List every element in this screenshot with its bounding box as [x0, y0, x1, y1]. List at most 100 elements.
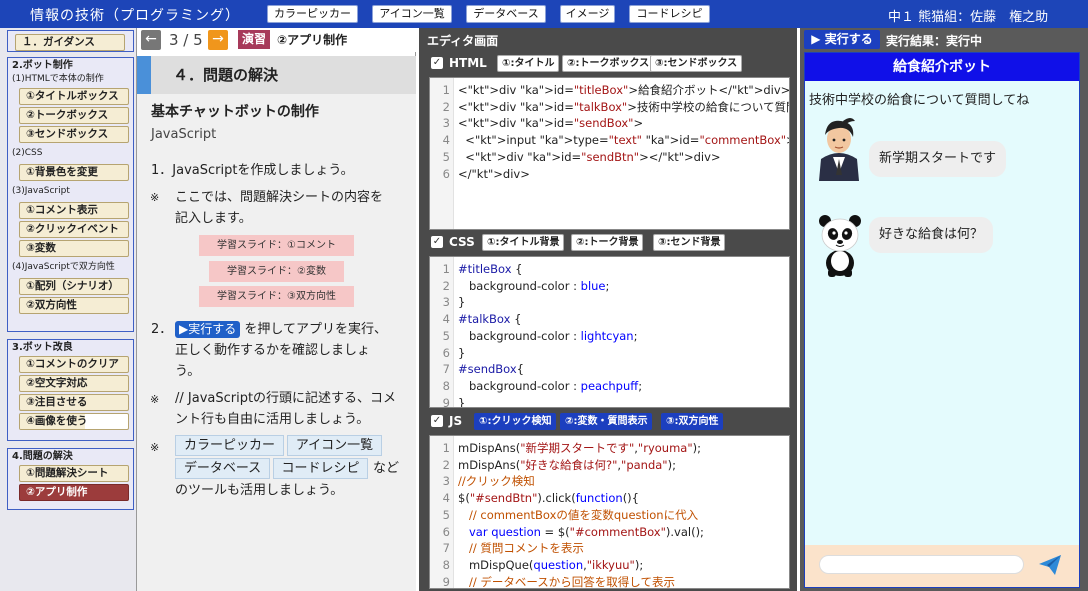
editor-title: エディタ画面: [427, 34, 499, 48]
html-snippet-send-box[interactable]: ③:センドボックス: [650, 55, 743, 72]
bot-talk-text: 技術中学校の給食について質問してね: [809, 93, 1030, 108]
js-code-editor[interactable]: 1 mDispAns("新学期スタートです","ryouma"); 2 mDispAn…: [429, 435, 790, 589]
send-box: [805, 545, 1079, 587]
nav-title-box[interactable]: ①タイトルボックス: [19, 88, 129, 105]
run-button[interactable]: ▶ 実行する: [804, 30, 880, 49]
js-snippet-two-way[interactable]: ③:双方向性: [661, 413, 724, 430]
line-number: 3: [442, 474, 450, 489]
bot-preview: 給食紹介ボット 技術中学校の給食について質問してね 新学期スタートです 好きな給…: [804, 52, 1080, 588]
image-button[interactable]: イメージ: [560, 5, 615, 23]
comment-input[interactable]: [819, 555, 1024, 574]
nav-solve-sheet[interactable]: ①問題解決シート: [19, 465, 129, 482]
step-1: 1．JavaScriptを作成しましょう。: [151, 163, 354, 178]
slide-link-comment[interactable]: 学習スライド：①コメント: [199, 235, 354, 256]
step-2-line-1: ▶実行する を押してアプリを実行、: [175, 319, 387, 340]
line-number: 9: [442, 574, 450, 589]
note-2-line-1: // JavaScriptの行頭に記述する、コメ: [175, 391, 397, 406]
prev-arrow-icon[interactable]: ←: [141, 30, 161, 50]
next-arrow-icon[interactable]: →: [208, 30, 228, 50]
line-number: 9: [442, 395, 450, 408]
nav-send-box[interactable]: ③センドボックス: [19, 126, 129, 143]
line-number: 8: [442, 557, 450, 572]
nav-comment-display[interactable]: ①コメント表示: [19, 202, 129, 219]
tool-chip-icon-list[interactable]: アイコン一覧: [287, 435, 382, 456]
html-snippet-title[interactable]: ①:タイトル: [497, 55, 560, 72]
css-panel-header: ✓ CSS ①:タイトル背景 ②:トーク背景 ③:センド背景: [427, 233, 787, 253]
line-number: 7: [442, 541, 450, 556]
run-inline-label: ▶実行する: [175, 321, 241, 338]
code-text: // commentBoxの値を変数questionに代入: [458, 507, 699, 522]
nav-app-make[interactable]: ②アプリ制作: [19, 484, 129, 501]
sub-heading: (4)JavaScriptで双方向性: [12, 262, 115, 272]
tools-line-2: のツールも活用しましょう。: [175, 483, 344, 498]
line-number: 4: [442, 312, 450, 327]
code-recipe-button[interactable]: コードレシピ: [629, 5, 710, 23]
code-text: <"kt">input "ka">type="text" "ka">id="co…: [458, 133, 789, 148]
code-text: #sendBox{: [458, 362, 524, 377]
section-title: 4.問題の解決: [12, 451, 73, 462]
section-guidance: １．ガイダンス: [7, 30, 134, 52]
css-snippet-talk-bg[interactable]: ②:トーク背景: [571, 234, 644, 251]
checkbox-icon[interactable]: ✓: [431, 415, 443, 427]
section-bot-improve: 3.ボット改良 ①コメントのクリア ②空文字対応 ③注目させる ④画像を使う: [7, 339, 134, 441]
tool-chip-database[interactable]: データベース: [175, 458, 270, 479]
html-panel-header: ✓ HTML ①:タイトル ②:トークボックス ③:センドボックス: [427, 54, 787, 74]
sub-heading: (2)CSS: [12, 148, 43, 158]
js-snippet-click-detect[interactable]: ①:クリック検知: [474, 413, 557, 430]
line-number: 2: [442, 99, 450, 114]
html-label: HTML: [449, 56, 487, 70]
html-snippet-talk-box[interactable]: ②:トークボックス: [562, 55, 655, 72]
nav-label: ④画像を使う: [26, 415, 88, 427]
nav-talk-box[interactable]: ②トークボックス: [19, 107, 129, 124]
checkbox-icon[interactable]: ✓: [431, 57, 443, 69]
code-text: $("#sendBtn").click(function(){: [458, 491, 639, 506]
nav-clear-comment[interactable]: ①コメントのクリア: [19, 356, 129, 373]
send-icon[interactable]: [1037, 553, 1063, 577]
lesson-body: ４．問題の解決 基本チャットボットの制作 JavaScript 1．JavaSc…: [137, 56, 416, 591]
css-snippet-send-bg[interactable]: ③:センド背景: [653, 234, 726, 251]
lesson-header: ← 3 / 5 → 演習 ②アプリ制作: [137, 28, 416, 52]
icon-list-button[interactable]: アイコン一覧: [372, 5, 452, 23]
nav-empty-string[interactable]: ②空文字対応: [19, 375, 129, 392]
css-label: CSS: [449, 235, 475, 249]
editor-panel: エディタ画面 ✓ HTML ①:タイトル ②:トークボックス ③:センドボックス…: [419, 28, 797, 591]
section-solve: 4.問題の解決 ①問題解決シート ②アプリ制作: [7, 448, 134, 510]
ryouma-avatar: [819, 118, 859, 181]
nav-two-way[interactable]: ②双方向性: [19, 297, 129, 314]
database-button[interactable]: データベース: [466, 5, 546, 23]
step-2-number: 2．: [151, 322, 173, 337]
css-code-editor[interactable]: 1 #titleBox {2 background-color : blue; 3}…: [429, 256, 790, 408]
line-number: 6: [442, 166, 450, 181]
tool-chip-code-recipe[interactable]: コードレシピ: [273, 458, 368, 479]
code-text: <"kt">div "ka">id="sendBox">: [458, 116, 644, 131]
checkbox-icon[interactable]: ✓: [431, 236, 443, 248]
code-text: </"kt">div>: [458, 166, 530, 181]
slide-link-variable[interactable]: 学習スライド：②変数: [209, 261, 344, 282]
nav-variable[interactable]: ③変数: [19, 240, 129, 257]
tool-chip-color-picker[interactable]: カラーピッカー: [175, 435, 284, 456]
app-title: 情報の技術（プログラミング）: [30, 8, 240, 24]
color-picker-button[interactable]: カラーピッカー: [267, 5, 358, 23]
line-number: 2: [442, 278, 450, 293]
code-text: #talkBox {: [458, 312, 522, 327]
nav-click-event[interactable]: ②クリックイベント: [19, 221, 129, 238]
nav-guidance[interactable]: １．ガイダンス: [15, 34, 125, 51]
code-text: mDispAns("好きな給食は何?","panda");: [458, 457, 676, 472]
nav-bg-color[interactable]: ①背景色を変更: [19, 164, 129, 181]
code-text: // データベースから回答を取得して表示: [458, 574, 675, 589]
nav-use-image[interactable]: ④画像を使う: [19, 413, 129, 430]
panda-avatar: [819, 215, 861, 277]
line-number: 7: [442, 362, 450, 377]
slide-link-two-way[interactable]: 学習スライド：③双方向性: [199, 286, 354, 307]
nav-attention[interactable]: ③注目させる: [19, 394, 129, 411]
code-text: //クリック検知: [458, 474, 535, 489]
nav-array-scenario[interactable]: ①配列（シナリオ）: [19, 278, 129, 295]
line-number: 3: [442, 116, 450, 131]
line-number: 3: [442, 295, 450, 310]
css-snippet-title-bg[interactable]: ①:タイトル背景: [482, 234, 565, 251]
html-code-editor[interactable]: 1 <"kt">div "ka">id="titleBox">給食紹介ボット</"…: [429, 77, 790, 230]
js-snippet-variable[interactable]: ②:変数・質問表示: [560, 413, 653, 430]
code-text: }: [458, 395, 466, 408]
bot-title: 給食紹介ボット: [805, 53, 1079, 81]
line-number: 5: [442, 149, 450, 164]
